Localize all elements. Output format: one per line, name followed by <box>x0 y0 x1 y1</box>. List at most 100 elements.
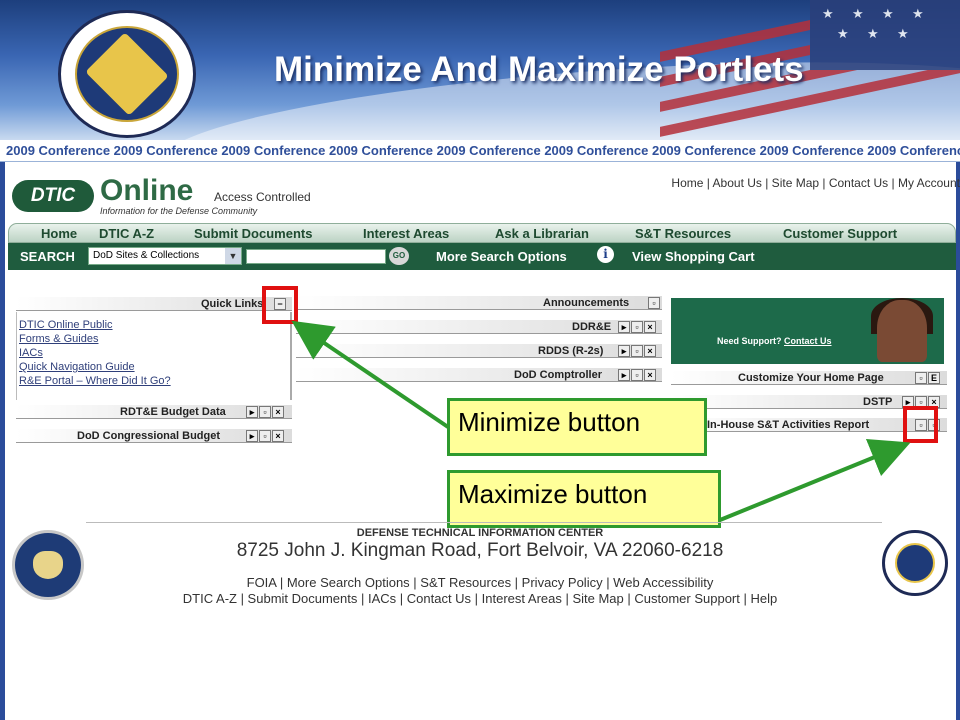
edit-button[interactable]: E <box>928 372 940 384</box>
search-label: SEARCH <box>20 249 75 264</box>
minimize-button[interactable]: ▫ <box>915 372 927 384</box>
slide-title: Minimize And Maximize Portlets <box>274 50 804 89</box>
portlet-controls: ▸ ▫ × <box>618 321 656 333</box>
left-border <box>0 162 5 720</box>
portlet-controls: ▸ ▫ × <box>618 345 656 357</box>
minimize-button[interactable]: ▫ <box>631 369 643 381</box>
seal-emblem <box>85 32 169 116</box>
dtic-logo-mark: DTIC <box>12 180 94 212</box>
right-border <box>956 162 960 720</box>
need-support-label: Need Support? <box>717 336 782 346</box>
portlet-title: Quick Links <box>201 298 264 310</box>
nav-ask-a-librarian[interactable]: Ask a Librarian <box>495 226 589 241</box>
support-text: Need Support? Contact Us <box>717 336 832 346</box>
view-shopping-cart-link[interactable]: View Shopping Cart <box>632 249 755 264</box>
conference-strip: 2009 Conference 2009 Conference 2009 Con… <box>0 140 960 162</box>
star-icon: ★ <box>897 26 909 41</box>
minimize-button[interactable]: ▫ <box>631 321 643 333</box>
minimize-button[interactable]: ▫ <box>648 297 660 309</box>
maximize-button[interactable]: ▸ <box>246 406 258 418</box>
portlet-rdte-budget-header: RDT&E Budget Data ▸ ▫ × <box>16 405 292 419</box>
top-links[interactable]: Home | About Us | Site Map | Contact Us … <box>630 176 960 190</box>
seal-ring <box>75 26 179 122</box>
nav-customer-support[interactable]: Customer Support <box>783 226 897 241</box>
flag-canton: ★ ★ ★ ★ ★ ★ ★ <box>810 0 960 70</box>
footer-org-name: DEFENSE TECHNICAL INFORMATION CENTER <box>356 527 604 539</box>
contact-us-link[interactable]: Contact Us <box>784 336 832 346</box>
maximize-arrow <box>719 439 911 522</box>
quick-link[interactable]: IACs <box>19 347 43 359</box>
info-icon[interactable]: i <box>597 246 614 263</box>
portlet-controls: ▸ ▫ × <box>246 406 284 418</box>
close-button[interactable]: × <box>272 406 284 418</box>
portlet-quick-links-header: Quick Links − <box>16 297 292 311</box>
portlet-title: DoD Congressional Budget <box>77 430 221 442</box>
portlet-title: RDT&E Budget Data <box>120 406 226 418</box>
maximize-highlight-box <box>903 406 938 443</box>
footer-links-primary[interactable]: FOIA | More Search Options | S&T Resourc… <box>150 575 810 590</box>
star-icon: ★ <box>867 26 879 41</box>
star-icon: ★ <box>852 6 864 21</box>
dtic-online-logo[interactable]: DTIC Online Access Controlled Informatio… <box>12 174 312 218</box>
main-nav: Home DTIC A-Z Submit Documents Interest … <box>8 223 956 243</box>
dtic-seal-logo <box>58 10 196 138</box>
minimize-callout: Minimize button <box>447 398 707 456</box>
maximize-callout: Maximize button <box>447 470 721 528</box>
slide-banner: ★ ★ ★ ★ ★ ★ ★ Minimize And Maximize Port… <box>0 0 960 140</box>
star-icon: ★ <box>822 6 834 21</box>
minimize-button[interactable]: ▫ <box>259 430 271 442</box>
search-bar: SEARCH DoD Sites & Collections ▼ GO More… <box>8 243 956 270</box>
footer-divider <box>86 522 882 523</box>
portlet-title: RDDS (R-2s) <box>538 345 604 357</box>
chevron-down-icon[interactable]: ▼ <box>225 248 241 264</box>
close-button[interactable]: × <box>272 430 284 442</box>
nav-interest-areas[interactable]: Interest Areas <box>363 226 449 241</box>
search-input[interactable] <box>246 249 386 264</box>
logo-online-text: Online <box>100 174 194 207</box>
star-icon: ★ <box>912 6 924 21</box>
seal-center <box>895 543 935 583</box>
portlet-controls: ▸ ▫ × <box>618 369 656 381</box>
minimize-highlight-box <box>262 286 298 324</box>
portlet-controls: ▸ ▫ × <box>246 430 284 442</box>
portlet-ddre-header: DDR&E ▸ ▫ × <box>296 320 662 334</box>
portlet-title: In-House S&T Activities Report <box>707 419 870 431</box>
nav-st-resources[interactable]: S&T Resources <box>635 226 731 241</box>
portlet-controls: ▫ <box>648 297 660 309</box>
star-icon: ★ <box>882 6 894 21</box>
maximize-button[interactable]: ▸ <box>618 345 630 357</box>
eagle-icon <box>33 551 63 579</box>
close-button[interactable]: × <box>644 369 656 381</box>
quick-link[interactable]: Quick Navigation Guide <box>19 361 135 373</box>
minimize-button[interactable]: ▫ <box>259 406 271 418</box>
quick-link[interactable]: Forms & Guides <box>19 333 98 345</box>
nav-submit-documents[interactable]: Submit Documents <box>194 226 312 241</box>
quick-link[interactable]: R&E Portal – Where Did It Go? <box>19 375 171 387</box>
maximize-button[interactable]: ▸ <box>246 430 258 442</box>
portlet-title: DoD Comptroller <box>514 369 602 381</box>
portlet-announcements-header: Announcements ▫ <box>296 296 662 310</box>
portlet-title: DDR&E <box>572 321 612 333</box>
portlet-dod-comptroller-header: DoD Comptroller ▸ ▫ × <box>296 368 662 382</box>
more-search-options-link[interactable]: More Search Options <box>436 249 567 264</box>
close-button[interactable]: × <box>644 321 656 333</box>
portlet-congressional-budget-header: DoD Congressional Budget ▸ ▫ × <box>16 429 292 443</box>
footer-links-secondary[interactable]: DTIC A-Z | Submit Documents | IACs | Con… <box>150 591 810 606</box>
slide: ★ ★ ★ ★ ★ ★ ★ Minimize And Maximize Port… <box>0 0 960 720</box>
nav-home[interactable]: Home <box>41 226 77 241</box>
maximize-button[interactable]: ▸ <box>618 369 630 381</box>
support-banner: Need Support? Contact Us <box>671 298 944 364</box>
close-button[interactable]: × <box>644 345 656 357</box>
portlet-customize-header: Customize Your Home Page ▫ E <box>671 371 947 385</box>
quick-link[interactable]: DTIC Online Public <box>19 319 113 331</box>
footer-address: 8725 John J. Kingman Road, Fort Belvoir,… <box>236 540 724 561</box>
portlet-title: Announcements <box>543 297 630 309</box>
search-scope-value: DoD Sites & Collections <box>93 250 200 261</box>
nav-dtic-a-z[interactable]: DTIC A-Z <box>99 226 154 241</box>
minimize-button[interactable]: ▫ <box>631 345 643 357</box>
search-scope-select[interactable]: DoD Sites & Collections ▼ <box>88 247 242 265</box>
maximize-button[interactable]: ▸ <box>618 321 630 333</box>
go-button[interactable]: GO <box>389 247 409 265</box>
support-agent-image <box>877 300 927 362</box>
portlet-title: DSTP <box>863 396 893 408</box>
